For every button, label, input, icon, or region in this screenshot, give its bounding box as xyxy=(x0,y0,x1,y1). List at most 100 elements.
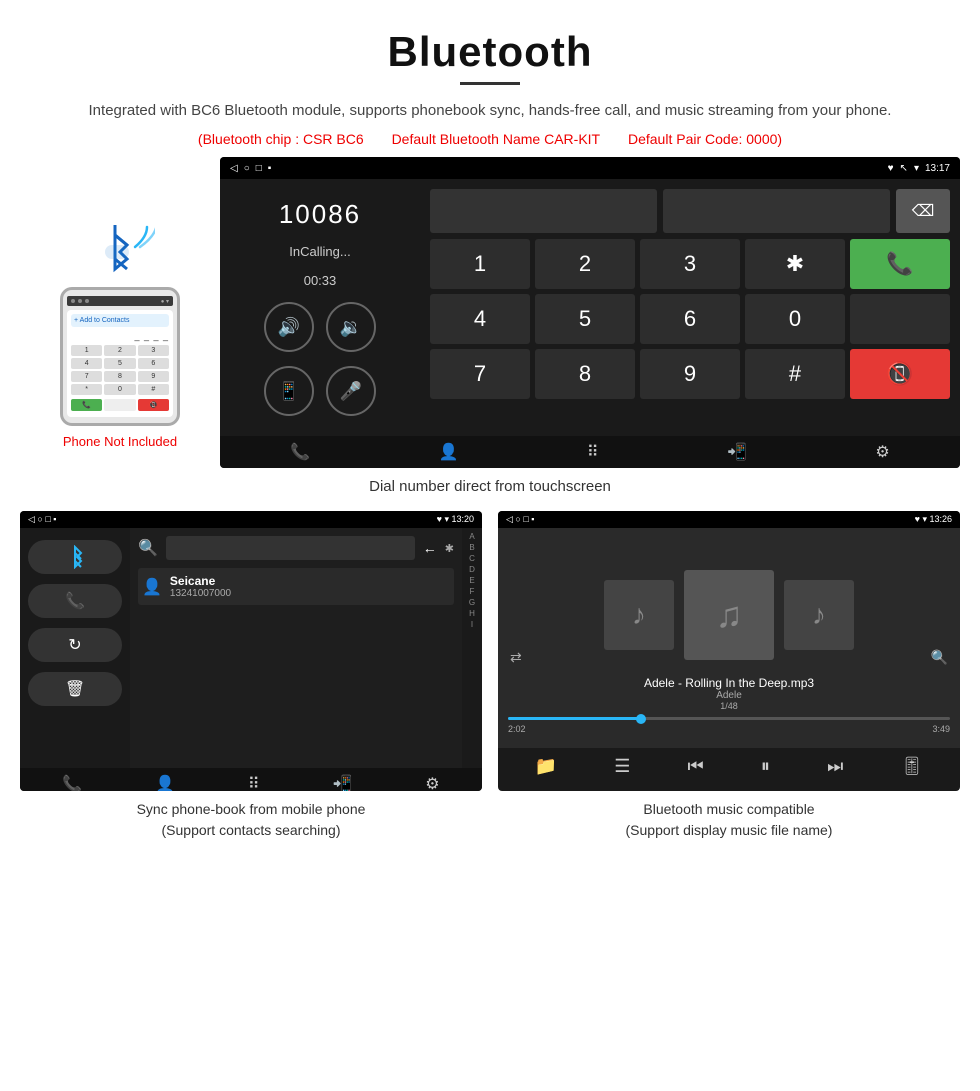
volume-up-button[interactable]: 🔊 xyxy=(264,302,314,352)
key-empty-1 xyxy=(850,294,950,344)
contact-avatar-icon: 👤 xyxy=(142,577,162,597)
pb-transfer-icon[interactable]: 📲 xyxy=(332,774,352,791)
display-input-2 xyxy=(663,189,890,233)
music-info: Adele - Rolling In the Deep.mp3 Adele 1/… xyxy=(644,676,814,711)
contacts-nav-icon[interactable]: 👤 xyxy=(439,442,459,462)
dialer-status: InCalling... xyxy=(289,244,350,259)
page-description: Integrated with BC6 Bluetooth module, su… xyxy=(60,99,920,123)
pb-contact-info: Seicane 13241007000 xyxy=(170,574,231,599)
music-progress xyxy=(508,717,950,720)
delete-side-btn[interactable]: 🗑 xyxy=(28,672,122,706)
transfer-nav-icon[interactable]: 📲 xyxy=(727,442,747,462)
shuffle-icon[interactable]: ⇄ xyxy=(510,649,522,666)
equalizer-icon[interactable]: 🎚 xyxy=(901,756,924,777)
pb-back-arrow[interactable]: ← xyxy=(423,540,437,556)
music-caption-line1: Bluetooth music compatible xyxy=(643,801,814,817)
key-2[interactable]: 2 xyxy=(535,239,635,289)
dialer-btn-row-2: 📱 🎤 xyxy=(264,366,376,416)
call-icon-status: ↖ xyxy=(900,163,908,174)
contact-name: Seicane xyxy=(170,574,231,588)
music-track: 1/48 xyxy=(644,701,814,711)
call-button[interactable]: 📞 xyxy=(850,239,950,289)
pb-main: 🔍 ← ✱ 👤 Seicane 13241007000 xyxy=(130,528,462,768)
progress-dot[interactable] xyxy=(636,714,646,724)
key-5[interactable]: 5 xyxy=(535,294,635,344)
progress-bar xyxy=(508,717,950,720)
dialer-left-panel: 10086 InCalling... 00:33 🔊 🔉 📱 🎤 xyxy=(220,179,420,436)
dialer-timer: 00:33 xyxy=(304,273,337,288)
spec-name: Default Bluetooth Name CAR-KIT xyxy=(392,131,601,147)
key-1[interactable]: 1 xyxy=(430,239,530,289)
spec-chip: (Bluetooth chip : CSR BC6 xyxy=(198,131,364,147)
key-6[interactable]: 6 xyxy=(640,294,740,344)
pb-alpha-index: A B C D E F G H I xyxy=(462,528,482,768)
phonebook-item: ◁ ○ □ ▪ ♥ ▾ 13:20 📞 ↻ 🗑 xyxy=(20,511,482,841)
statusbar-left-icons: ◁ ○ □ ▪ xyxy=(230,163,271,174)
key-star[interactable]: ✱ xyxy=(745,239,845,289)
music-art-area: ♪ ♫ ♪ xyxy=(604,570,854,660)
bluetooth-signal-icon xyxy=(85,217,155,277)
page-header: Bluetooth Integrated with BC6 Bluetooth … xyxy=(0,0,980,157)
key-4[interactable]: 4 xyxy=(430,294,530,344)
list-icon[interactable]: ☰ xyxy=(614,756,630,777)
bluetooth-btn[interactable] xyxy=(28,540,122,574)
prev-icon[interactable]: ⏮ xyxy=(688,756,704,777)
pb-bottom-nav: 📞 👤 ⠿ 📲 ⚙ xyxy=(20,768,482,791)
key-8[interactable]: 8 xyxy=(535,349,635,399)
music-title: Adele - Rolling In the Deep.mp3 xyxy=(644,676,814,690)
music-art-right: ♪ xyxy=(784,580,854,650)
location-icon: ♥ xyxy=(888,163,894,174)
phone-side: ● ▾ + Add to Contacts _ _ _ _ 123 456 78… xyxy=(20,157,220,449)
key-3[interactable]: 3 xyxy=(640,239,740,289)
music-total-time: 3:49 xyxy=(932,724,950,734)
music-statusbar: ◁ ○ □ ▪ ♥ ▾ 13:26 xyxy=(498,511,960,528)
call-side-btn[interactable]: 📞 xyxy=(28,584,122,618)
main-screenshot-row: ● ▾ + Add to Contacts _ _ _ _ 123 456 78… xyxy=(0,157,980,468)
phonebook-caption-line1: Sync phone-book from mobile phone xyxy=(137,801,366,817)
settings-nav-icon[interactable]: ⚙ xyxy=(875,442,889,462)
bottom-screenshots: ◁ ○ □ ▪ ♥ ▾ 13:20 📞 ↻ 🗑 xyxy=(0,511,980,841)
title-underline xyxy=(460,82,520,85)
contact-number: 13241007000 xyxy=(170,588,231,599)
dialer-right-panel: ⌫ 1 2 3 ✱ 📞 4 5 6 0 7 8 9 # 📵 xyxy=(420,179,960,436)
phonebook-screen: ◁ ○ □ ▪ ♥ ▾ 13:20 📞 ↻ 🗑 xyxy=(20,511,482,791)
key-hash[interactable]: # xyxy=(745,349,845,399)
folder-icon[interactable]: 📁 xyxy=(535,756,557,777)
next-icon[interactable]: ⏭ xyxy=(827,756,843,777)
play-pause-icon[interactable]: ⏸ xyxy=(761,756,770,777)
music-caption-line2: (Support display music file name) xyxy=(626,822,833,838)
key-0[interactable]: 0 xyxy=(745,294,845,344)
phone-nav-icon[interactable]: 📞 xyxy=(290,442,310,462)
pb-contacts-icon[interactable]: 👤 xyxy=(155,774,175,791)
signal-icon: ▾ xyxy=(914,163,919,174)
music-search-icon[interactable]: 🔍 xyxy=(931,649,948,666)
pb-sidebar: 📞 ↻ 🗑 xyxy=(20,528,130,768)
phonebook-caption: Sync phone-book from mobile phone (Suppo… xyxy=(20,791,482,841)
refresh-side-btn[interactable]: ↻ xyxy=(28,628,122,662)
display-row: ⌫ xyxy=(430,189,950,233)
page-title: Bluetooth xyxy=(60,28,920,76)
pb-settings-icon[interactable]: ⚙ xyxy=(425,774,439,791)
pb-grid-icon[interactable]: ⠿ xyxy=(248,774,260,791)
dialer-screen: ◁ ○ □ ▪ ♥ ↖ ▾ 13:17 10086 InCalling... 0… xyxy=(220,157,960,468)
music-artist: Adele xyxy=(644,690,814,701)
music-art-center: ♫ xyxy=(684,570,774,660)
mute-button[interactable]: 🎤 xyxy=(326,366,376,416)
search-icon: 🔍 xyxy=(138,538,158,558)
music-caption: Bluetooth music compatible (Support disp… xyxy=(498,791,960,841)
end-call-button[interactable]: 📵 xyxy=(850,349,950,399)
music-times: 2:02 3:49 xyxy=(508,724,950,734)
pb-search-bar[interactable] xyxy=(166,536,415,560)
delete-button[interactable]: ⌫ xyxy=(896,189,950,233)
keypad-nav-icon[interactable]: ⠿ xyxy=(587,442,599,462)
key-7[interactable]: 7 xyxy=(430,349,530,399)
transfer-button[interactable]: 📱 xyxy=(264,366,314,416)
statusbar-right-icons: ♥ ↖ ▾ 13:17 xyxy=(888,163,950,174)
pb-phone-icon[interactable]: 📞 xyxy=(62,774,82,791)
page-specs: (Bluetooth chip : CSR BC6 Default Blueto… xyxy=(60,131,920,147)
pb-contact-row[interactable]: 👤 Seicane 13241007000 xyxy=(138,568,454,605)
music-art-left: ♪ xyxy=(604,580,674,650)
volume-down-button[interactable]: 🔉 xyxy=(326,302,376,352)
music-body: ⇄ 🔍 ♪ ♫ ♪ Adele - Rolling In the Deep.mp… xyxy=(498,528,960,748)
key-9[interactable]: 9 xyxy=(640,349,740,399)
